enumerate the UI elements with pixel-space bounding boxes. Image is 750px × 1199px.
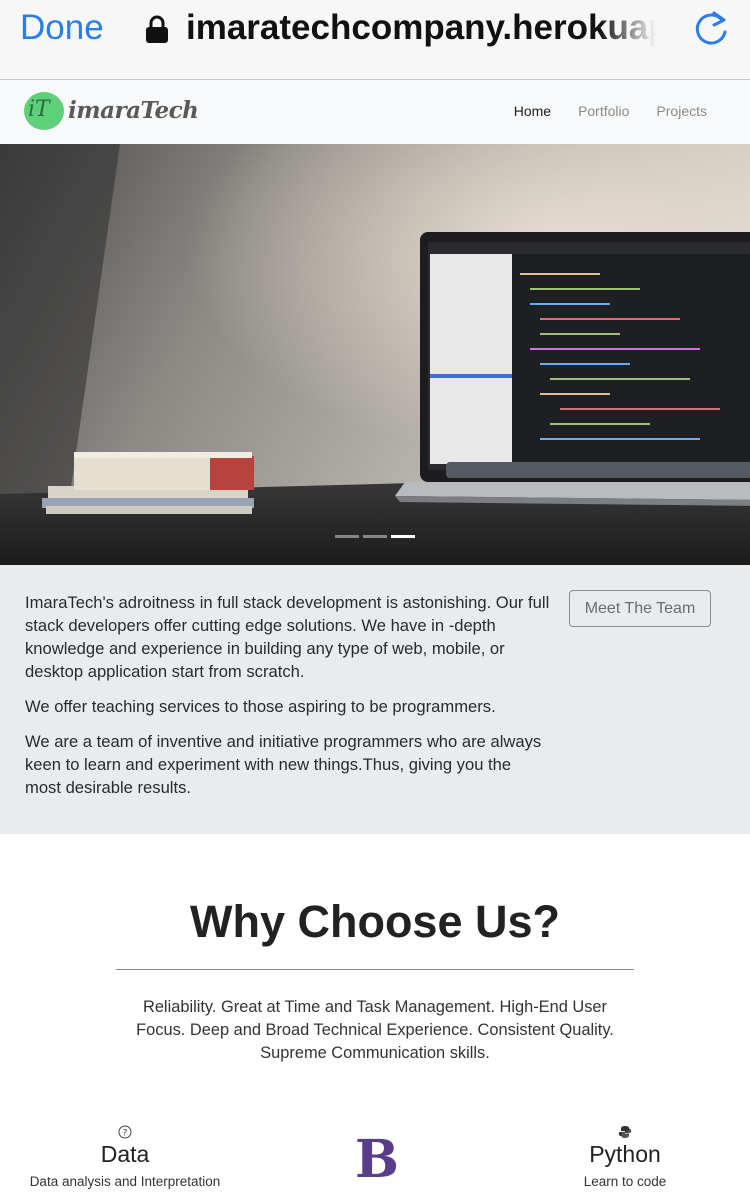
- logo-text: imaraTech: [68, 97, 199, 124]
- divider: [116, 969, 634, 970]
- section-description: Reliability. Great at Time and Task Mana…: [136, 998, 614, 1062]
- bootstrap-b-icon: B: [355, 1129, 399, 1190]
- hero-image: [0, 144, 750, 565]
- hero-carousel[interactable]: [0, 144, 750, 565]
- nav-link-home[interactable]: Home: [514, 103, 551, 119]
- feature-title: Data: [100, 1141, 150, 1167]
- lock-icon: [145, 14, 169, 44]
- about-paragraph: We are a team of inventive and initiativ…: [25, 732, 542, 797]
- browser-address-bar: Done imaratechcompany.herokuapp: [0, 0, 750, 80]
- about-section: ImaraTech's adroitness in full stack dev…: [0, 565, 750, 834]
- question-circle-icon: ?: [0, 1125, 250, 1139]
- meet-the-team-button[interactable]: Meet The Team: [569, 590, 711, 627]
- feature-subtitle: Learn to code: [583, 1174, 667, 1189]
- section-title: Why Choose Us?: [189, 896, 561, 947]
- svg-text:?: ?: [123, 1129, 128, 1139]
- about-paragraph: We offer teaching services to those aspi…: [25, 697, 496, 716]
- carousel-indicator[interactable]: [335, 535, 359, 538]
- feature-data: ? Data Data analysis and Interpretation: [0, 1125, 250, 1189]
- site-navbar: iT imaraTech Home Portfolio Projects: [0, 80, 750, 144]
- about-text: ImaraTech's adroitness in full stack dev…: [25, 591, 550, 811]
- url-field[interactable]: imaratechcompany.herokuapp: [186, 8, 656, 52]
- about-paragraph: ImaraTech's adroitness in full stack dev…: [25, 593, 550, 681]
- carousel-indicators: [335, 535, 415, 538]
- feature-subtitle: Data analysis and Interpretation: [29, 1174, 221, 1189]
- done-button[interactable]: Done: [20, 8, 104, 48]
- carousel-indicator[interactable]: [363, 535, 387, 538]
- logo-initials: iT: [28, 97, 50, 122]
- nav-link-projects[interactable]: Projects: [656, 103, 707, 119]
- site-logo[interactable]: iT imaraTech: [24, 92, 199, 132]
- feature-title: Python: [589, 1141, 661, 1167]
- python-icon: [500, 1125, 750, 1139]
- reload-icon[interactable]: [692, 10, 730, 50]
- nav-links: Home Portfolio Projects: [514, 103, 707, 119]
- carousel-indicator-active[interactable]: [391, 535, 415, 538]
- feature-python: Python Learn to code: [500, 1125, 750, 1189]
- nav-link-portfolio[interactable]: Portfolio: [578, 103, 629, 119]
